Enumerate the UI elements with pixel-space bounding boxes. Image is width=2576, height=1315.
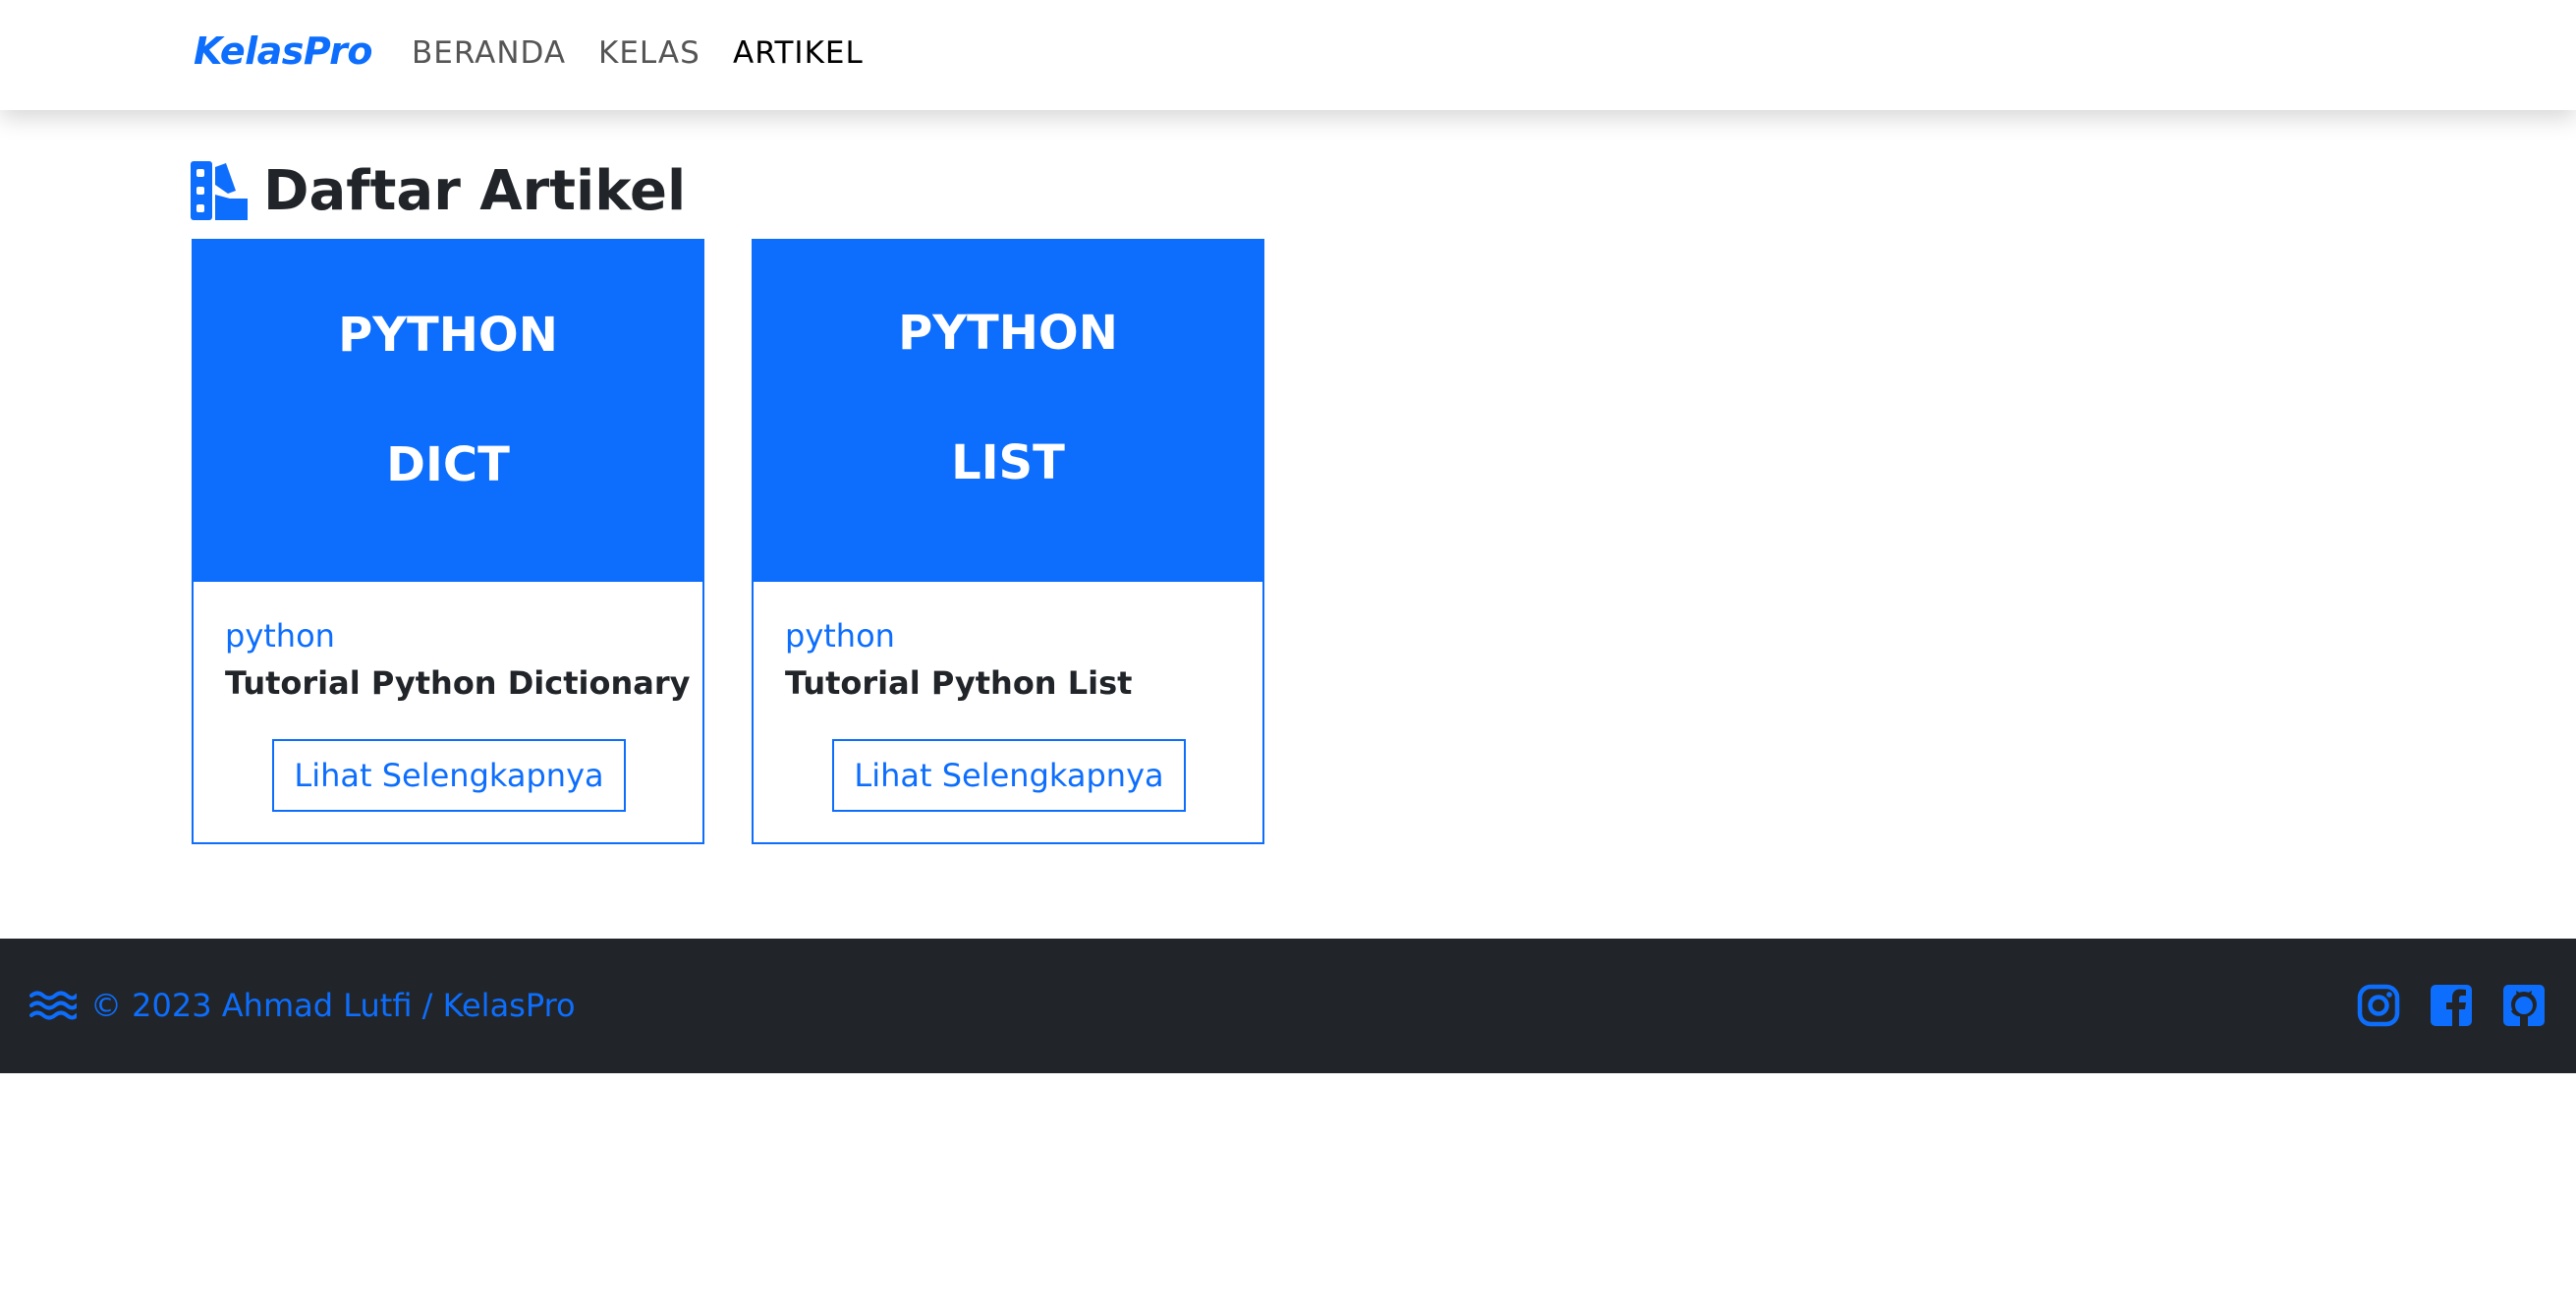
footer-copyright-block: © 2023 Ahmad Lutfi / KelasPro bbox=[29, 983, 576, 1028]
cover-text: LIST bbox=[951, 435, 1065, 490]
cover-text: DICT bbox=[386, 437, 510, 492]
facebook-icon[interactable] bbox=[2429, 983, 2474, 1028]
article-tag[interactable]: python bbox=[785, 617, 895, 655]
page-title: Daftar Artikel bbox=[263, 158, 687, 223]
water-waves-icon bbox=[29, 989, 79, 1022]
nav-link-kelas[interactable]: KELAS bbox=[598, 35, 700, 71]
navbar: KelasPro BERANDA KELAS ARTIKEL bbox=[0, 0, 2576, 110]
read-more-button[interactable]: Lihat Selengkapnya bbox=[832, 739, 1186, 812]
page-heading: Daftar Artikel bbox=[191, 157, 686, 224]
article-title: Tutorial Python Dictionary bbox=[225, 664, 691, 702]
nav-link-beranda[interactable]: BERANDA bbox=[412, 35, 566, 71]
article-cover: PYTHON DICT bbox=[194, 241, 702, 582]
brand-logo[interactable]: KelasPro bbox=[194, 29, 372, 73]
swatchbook-icon bbox=[191, 161, 248, 220]
footer-copyright: © 2023 Ahmad Lutfi / KelasPro bbox=[90, 987, 576, 1024]
cover-text: PYTHON bbox=[338, 308, 558, 363]
cover-text: PYTHON bbox=[898, 306, 1118, 361]
nav-link-artikel[interactable]: ARTIKEL bbox=[733, 35, 864, 71]
github-icon[interactable] bbox=[2501, 983, 2547, 1028]
article-title: Tutorial Python List bbox=[785, 664, 1133, 702]
article-cover: PYTHON LIST bbox=[754, 241, 1262, 582]
article-tag[interactable]: python bbox=[225, 617, 335, 655]
read-more-button[interactable]: Lihat Selengkapnya bbox=[272, 739, 626, 812]
instagram-icon[interactable] bbox=[2356, 983, 2401, 1028]
article-card: PYTHON LIST python Tutorial Python List … bbox=[752, 239, 1264, 844]
footer: © 2023 Ahmad Lutfi / KelasPro bbox=[0, 939, 2576, 1073]
article-card: PYTHON DICT python Tutorial Python Dicti… bbox=[192, 239, 704, 844]
